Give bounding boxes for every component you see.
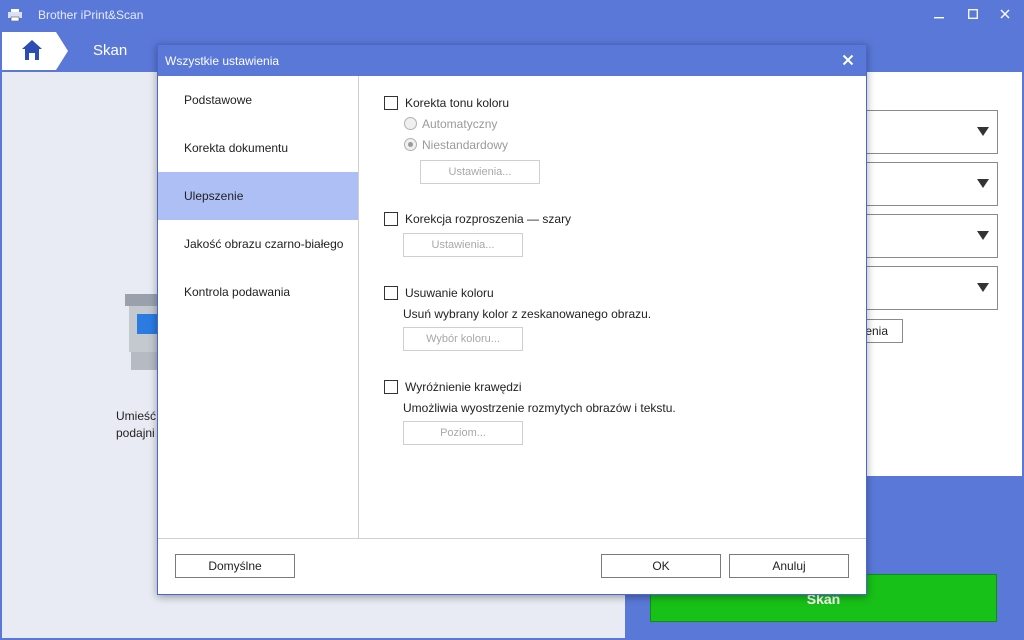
- dropdown-arrow-icon: [977, 179, 989, 188]
- color-tone-checkbox[interactable]: [384, 96, 398, 110]
- left-hint-text: Umieść podajni: [116, 409, 157, 440]
- settings-dropdown-3[interactable]: [866, 214, 998, 258]
- custom-radio-label: Niestandardowy: [422, 138, 509, 152]
- nav-item-bw-quality[interactable]: Jakość obrazu czarno-białego: [158, 220, 358, 268]
- auto-radio-label: Automatyczny: [422, 117, 498, 131]
- close-icon[interactable]: [994, 4, 1016, 26]
- color-drop-label: Usuwanie koloru: [405, 286, 494, 300]
- bleed-through-checkbox[interactable]: [384, 212, 398, 226]
- level-button[interactable]: Poziom...: [403, 421, 523, 445]
- nav-item-feed-control[interactable]: Kontrola podawania: [158, 268, 358, 316]
- dropdown-arrow-icon: [977, 127, 989, 136]
- dialog-close-icon[interactable]: [838, 50, 858, 70]
- color-drop-description: Usuń wybrany kolor z zeskanowanego obraz…: [403, 307, 652, 321]
- settings-dropdown-4[interactable]: [866, 266, 998, 310]
- nav-item-enhancement[interactable]: Ulepszenie: [158, 172, 358, 220]
- bleed-through-label: Korekcja rozproszenia — szary: [405, 212, 572, 226]
- color-drop-checkbox[interactable]: [384, 286, 398, 300]
- scanner-icon: [125, 294, 161, 370]
- dialog-titlebar: Wszystkie ustawienia: [158, 45, 866, 76]
- settings-dropdown-2[interactable]: [866, 162, 998, 206]
- dropdown-arrow-icon: [977, 283, 989, 292]
- nav-section-label: Skan: [93, 42, 128, 59]
- settings-dropdown-1[interactable]: [866, 110, 998, 154]
- edge-emphasis-label: Wyróżnienie krawędzi: [405, 380, 522, 394]
- bleed-through-settings-button[interactable]: Ustawienia...: [403, 233, 523, 257]
- nav-item-basic[interactable]: Podstawowe: [158, 76, 358, 124]
- dropdown-arrow-icon: [977, 231, 989, 240]
- app-printer-icon: [8, 9, 22, 21]
- color-tone-settings-button[interactable]: Ustawienia...: [420, 160, 540, 184]
- ok-button[interactable]: OK: [601, 554, 721, 578]
- dialog-footer: Domyślne OK Anuluj: [158, 538, 866, 594]
- custom-radio[interactable]: [404, 138, 417, 151]
- window-titlebar: Brother iPrint&Scan: [0, 0, 1024, 30]
- edge-emphasis-checkbox[interactable]: [384, 380, 398, 394]
- settings-button-partial[interactable]: enia: [866, 319, 903, 343]
- select-color-button[interactable]: Wybór koloru...: [403, 327, 523, 351]
- nav-item-document-correction[interactable]: Korekta dokumentu: [158, 124, 358, 172]
- dialog-nav: Podstawowe Korekta dokumentu Ulepszenie …: [158, 76, 359, 538]
- home-button[interactable]: [2, 32, 68, 70]
- dialog-title: Wszystkie ustawienia: [165, 54, 280, 68]
- defaults-button[interactable]: Domyślne: [175, 554, 295, 578]
- minimize-icon[interactable]: [928, 4, 950, 26]
- auto-radio[interactable]: [404, 117, 417, 130]
- color-tone-label: Korekta tonu koloru: [405, 96, 510, 110]
- edge-emphasis-description: Umożliwia wyostrzenie rozmytych obrazów …: [403, 401, 676, 415]
- dialog-content: Korekta tonu koloru Automatyczny Niestan…: [359, 76, 866, 538]
- maximize-icon[interactable]: [962, 4, 984, 26]
- app-title: Brother iPrint&Scan: [38, 8, 144, 22]
- cancel-button[interactable]: Anuluj: [729, 554, 849, 578]
- all-settings-dialog: Wszystkie ustawienia Podstawowe Korekta …: [157, 44, 867, 595]
